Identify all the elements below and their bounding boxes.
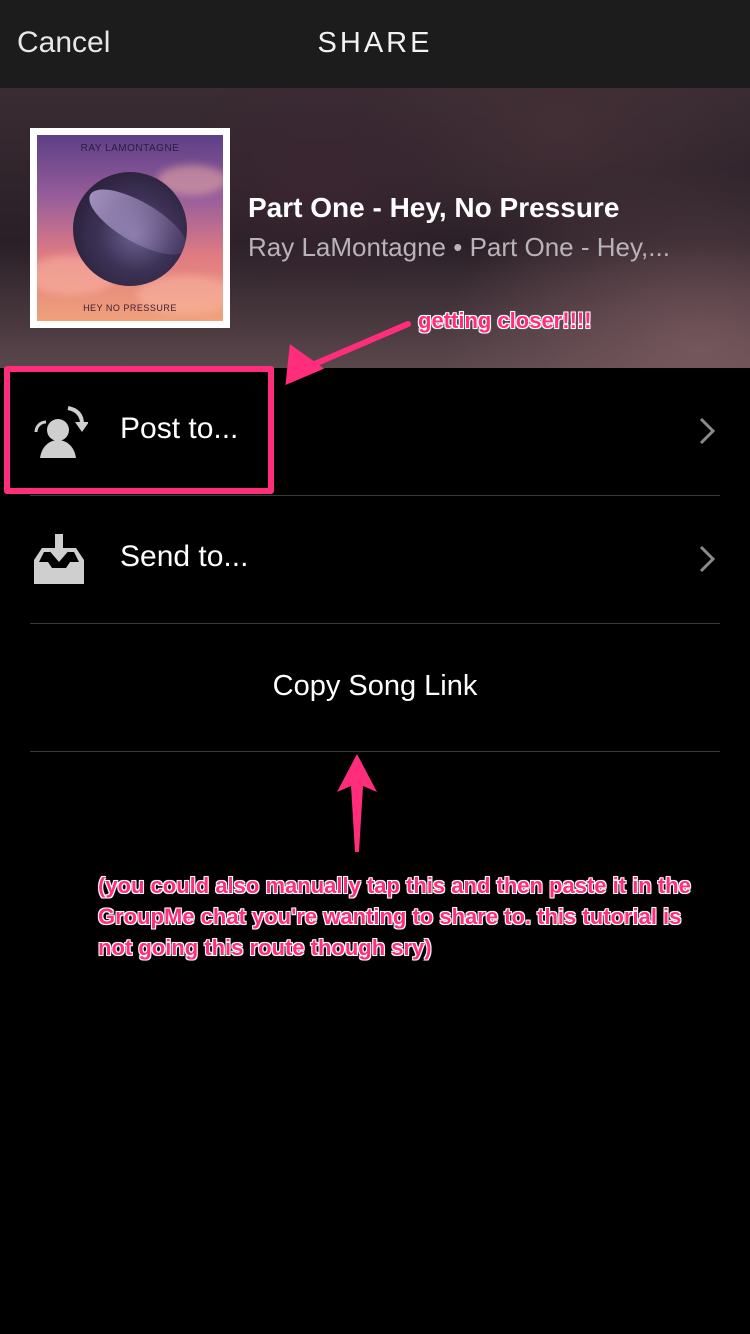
- chevron-right-icon: [699, 545, 716, 573]
- copy-song-link-label: Copy Song Link: [272, 670, 478, 702]
- send-to-row[interactable]: Send to...: [0, 496, 750, 624]
- annotation-highlight-box: [4, 366, 274, 494]
- annotation-arrow-icon: [285, 321, 411, 386]
- annotation-arrow-up-icon: [337, 754, 377, 852]
- chevron-right-icon: [699, 417, 716, 445]
- send-to-icon: [34, 534, 84, 584]
- annotation-getting-closer: getting closer!!!!: [418, 308, 592, 333]
- page-title: SHARE: [317, 27, 433, 59]
- track-title: Part One - Hey, No Pressure: [248, 192, 620, 223]
- navbar: Cancel SHARE: [0, 0, 750, 88]
- annotation-note: (you could also manually tap this and th…: [98, 873, 691, 960]
- track-subtitle: Ray LaMontagne • Part One - Hey,...: [248, 232, 670, 262]
- album-art-artist-text: RAY LAMONTAGNE: [80, 143, 180, 154]
- album-circle-graphic: [73, 172, 187, 286]
- album-art: RAY LAMONTAGNE HEY NO PRESSURE: [37, 135, 223, 321]
- album-cover: RAY LAMONTAGNE HEY NO PRESSURE: [30, 128, 230, 328]
- send-to-label: Send to...: [120, 540, 249, 573]
- album-art-title-text: HEY NO PRESSURE: [83, 303, 177, 313]
- copy-song-link-button[interactable]: Copy Song Link: [0, 624, 750, 752]
